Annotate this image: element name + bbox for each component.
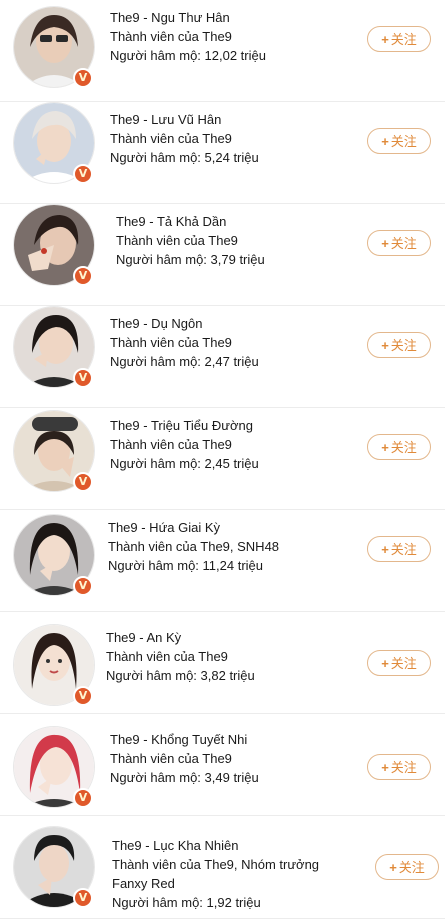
follow-button[interactable]: + 关注 [367, 128, 431, 154]
item-name: The9 - Lục Kha Nhiên [112, 838, 239, 853]
verified-icon: V [73, 576, 93, 596]
follow-button[interactable]: + 关注 [367, 26, 431, 52]
list-item[interactable]: V The9 - Dụ Ngôn Thành viên của The9 Ngư… [0, 306, 445, 408]
follow-button[interactable]: + 关注 [367, 536, 431, 562]
item-name: The9 - An Kỳ [106, 630, 182, 645]
avatar[interactable]: V [13, 514, 95, 596]
item-fans: Người hâm mộ: 3,79 triệu [116, 252, 265, 267]
list-item[interactable]: V The9 - Lưu Vũ Hân Thành viên của The9 … [0, 102, 445, 204]
item-info: The9 - Lục Kha Nhiên Thành viên của The9… [112, 836, 352, 912]
follow-label: 关注 [390, 236, 417, 251]
item-fans: Người hâm mộ: 5,24 triệu [110, 150, 259, 165]
list-item[interactable]: V The9 - An Kỳ Thành viên của The9 Người… [0, 612, 445, 714]
list-item[interactable]: V The9 - Hứa Giai Kỳ Thành viên của The9… [0, 510, 445, 612]
follow-label: 关注 [390, 656, 417, 671]
item-fans: Người hâm mộ: 2,45 triệu [110, 456, 259, 471]
verified-icon: V [73, 164, 93, 184]
item-role: Thành viên của The9 [110, 29, 232, 44]
item-info: The9 - An Kỳ Thành viên của The9 Người h… [106, 628, 346, 685]
item-fans: Người hâm mộ: 3,82 triệu [106, 668, 255, 683]
plus-icon: + [381, 134, 389, 149]
item-fans: Người hâm mộ: 3,49 triệu [110, 770, 259, 785]
avatar[interactable]: V [13, 826, 95, 908]
verified-icon: V [73, 788, 93, 808]
avatar[interactable]: V [13, 306, 95, 388]
item-name: The9 - Khổng Tuyết Nhi [110, 732, 248, 747]
item-role: Thành viên của The9 [110, 437, 232, 452]
item-info: The9 - Ngu Thư Hân Thành viên của The9 N… [110, 8, 350, 65]
avatar[interactable]: V [13, 6, 95, 88]
verified-icon: V [73, 266, 93, 286]
item-name: The9 - Hứa Giai Kỳ [108, 520, 221, 535]
item-name: The9 - Lưu Vũ Hân [110, 112, 222, 127]
follow-button[interactable]: + 关注 [367, 230, 431, 256]
item-info: The9 - Lưu Vũ Hân Thành viên của The9 Ng… [110, 110, 350, 167]
avatar[interactable]: V [13, 204, 95, 286]
follow-list: V The9 - Ngu Thư Hân Thành viên của The9… [0, 0, 445, 919]
list-item[interactable]: V The9 - Khổng Tuyết Nhi Thành viên của … [0, 714, 445, 816]
list-item[interactable]: V The9 - Triệu Tiểu Đường Thành viên của… [0, 408, 445, 510]
list-item[interactable]: V The9 - Tả Khả Dần Thành viên của The9 … [0, 204, 445, 306]
verified-icon: V [73, 686, 93, 706]
item-role: Thành viên của The9 [110, 751, 232, 766]
plus-icon: + [381, 542, 389, 557]
plus-icon: + [381, 338, 389, 353]
item-fans: Người hâm mộ: 11,24 triệu [108, 558, 263, 573]
follow-label: 关注 [390, 760, 417, 775]
list-item[interactable]: V The9 - Lục Kha Nhiên Thành viên của Th… [0, 816, 445, 919]
item-role: Thành viên của The9 [106, 649, 228, 664]
plus-icon: + [381, 656, 389, 671]
item-info: The9 - Triệu Tiểu Đường Thành viên của T… [110, 416, 350, 473]
item-role: Thành viên của The9 [116, 233, 238, 248]
item-role: Thành viên của The9 [110, 335, 232, 350]
avatar[interactable]: V [13, 102, 95, 184]
item-name: The9 - Ngu Thư Hân [110, 10, 230, 25]
item-extra: Fanxy Red [112, 876, 175, 891]
follow-label: 关注 [398, 860, 425, 875]
plus-icon: + [381, 236, 389, 251]
follow-label: 关注 [390, 134, 417, 149]
follow-button[interactable]: + 关注 [367, 434, 431, 460]
avatar[interactable]: V [13, 410, 95, 492]
follow-button[interactable]: + 关注 [367, 650, 431, 676]
item-info: The9 - Dụ Ngôn Thành viên của The9 Người… [110, 314, 350, 371]
item-info: The9 - Khổng Tuyết Nhi Thành viên của Th… [110, 730, 350, 787]
plus-icon: + [389, 860, 397, 875]
verified-icon: V [73, 368, 93, 388]
item-role: Thành viên của The9, Nhóm trưởng [112, 857, 320, 872]
item-name: The9 - Triệu Tiểu Đường [110, 418, 253, 433]
plus-icon: + [381, 32, 389, 47]
follow-button[interactable]: + 关注 [375, 854, 439, 880]
follow-label: 关注 [390, 542, 417, 557]
item-fans: Người hâm mộ: 2,47 triệu [110, 354, 259, 369]
plus-icon: + [381, 760, 389, 775]
verified-icon: V [73, 68, 93, 88]
item-fans: Người hâm mộ: 12,02 triệu [110, 48, 266, 63]
list-item[interactable]: V The9 - Ngu Thư Hân Thành viên của The9… [0, 0, 445, 102]
item-role: Thành viên của The9 [110, 131, 232, 146]
follow-label: 关注 [390, 32, 417, 47]
follow-button[interactable]: + 关注 [367, 754, 431, 780]
plus-icon: + [381, 440, 389, 455]
follow-label: 关注 [390, 440, 417, 455]
item-name: The9 - Dụ Ngôn [110, 316, 203, 331]
follow-button[interactable]: + 关注 [367, 332, 431, 358]
item-name: The9 - Tả Khả Dần [116, 214, 227, 229]
avatar[interactable]: V [13, 624, 95, 706]
verified-icon: V [73, 888, 93, 908]
follow-label: 关注 [390, 338, 417, 353]
verified-icon: V [73, 472, 93, 492]
item-info: The9 - Hứa Giai Kỳ Thành viên của The9, … [108, 518, 348, 575]
avatar[interactable]: V [13, 726, 95, 808]
item-fans: Người hâm mộ: 1,92 triệu [112, 895, 261, 910]
item-role: Thành viên của The9, SNH48 [108, 539, 280, 554]
item-info: The9 - Tả Khả Dần Thành viên của The9 Ng… [116, 212, 356, 269]
